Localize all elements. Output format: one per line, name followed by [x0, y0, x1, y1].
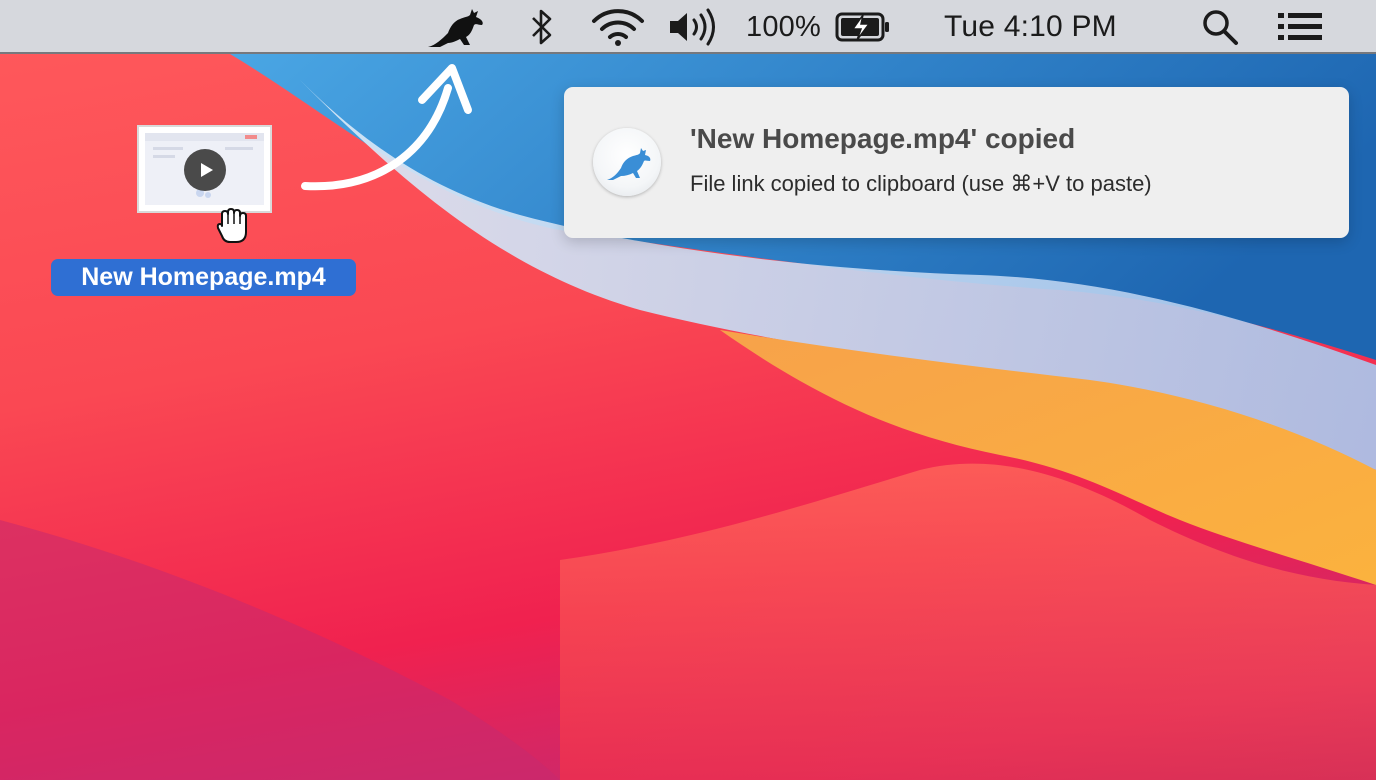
battery-percent[interactable]: 100% [746, 0, 821, 54]
bluetooth-icon[interactable] [528, 0, 556, 54]
wifi-icon[interactable] [590, 0, 646, 54]
notification-banner[interactable]: 'New Homepage.mp4' copied File link copi… [564, 87, 1349, 238]
notification-title: 'New Homepage.mp4' copied [690, 123, 1076, 154]
search-icon[interactable] [1200, 0, 1240, 54]
battery-charging-icon[interactable] [834, 0, 892, 54]
file-name-label[interactable]: New Homepage.mp4 [51, 259, 356, 296]
grab-hand-icon [214, 204, 254, 251]
menu-bar: 100% Tue 4:10 PM [0, 0, 1376, 54]
list-icon[interactable] [1276, 0, 1324, 54]
video-file-icon[interactable] [137, 125, 272, 213]
notification-body: File link copied to clipboard (use ⌘+V t… [690, 171, 1152, 196]
kangaroo-icon [593, 128, 661, 196]
kangaroo-icon[interactable] [426, 0, 488, 54]
volume-icon[interactable] [667, 0, 721, 54]
play-icon [184, 149, 226, 191]
video-thumbnail [145, 133, 264, 205]
menu-clock[interactable]: Tue 4:10 PM [944, 0, 1117, 54]
